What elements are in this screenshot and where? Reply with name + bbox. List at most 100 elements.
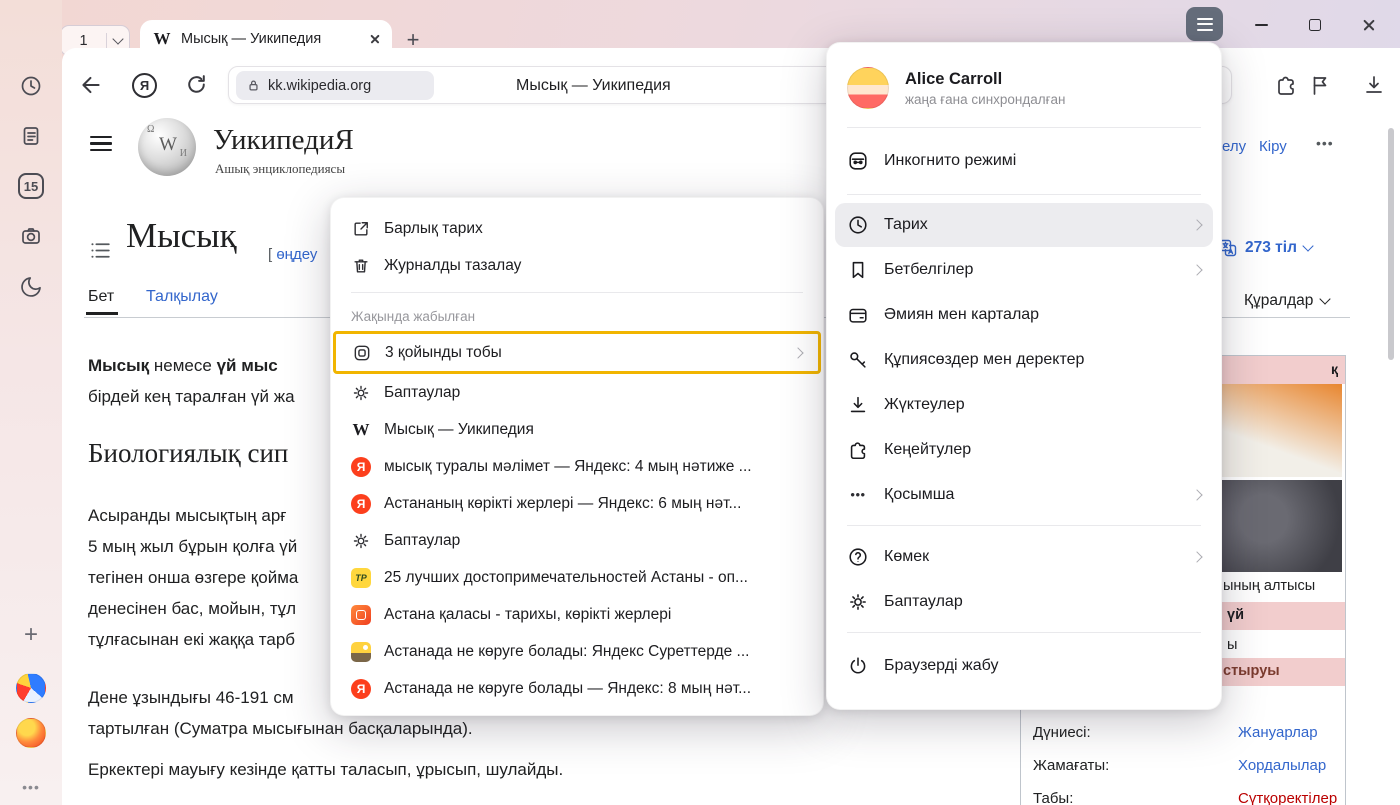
collage-caption-fragment: ының алтысы [1223,578,1315,594]
menu-item-bookmarks[interactable]: Бетбелгілер [827,247,1221,292]
browser-window: 1 W Мысық — Уикипедия + 15 + ••• Я kk.wi… [0,0,1400,805]
history-entry[interactable]: Астанада не көруге болады: Яндекс Суретт… [331,633,823,670]
taxonomy-value-link[interactable]: Хордалылар [1238,757,1326,774]
taxonomy-label: Дүниесі: [1033,724,1091,741]
downloads-icon[interactable] [1362,73,1386,97]
menu-item-downloads[interactable]: Жүктеулер [827,382,1221,427]
menu-item-clear-history[interactable]: Журналды тазалау [331,247,823,284]
profile-avatar [847,67,889,109]
page-title-in-address-bar: Мысық — Уикипедия [516,67,671,104]
notes-icon[interactable] [16,121,46,151]
yandex-browser-logo[interactable] [16,673,46,703]
article-title: Мысық [126,216,237,256]
taxonomy-value-link[interactable]: Жануарлар [1238,724,1318,741]
taxonomy-value-redlink[interactable]: Сүтқоректілер [1238,790,1337,805]
reload-button[interactable] [184,72,209,97]
open-history-icon [351,219,371,239]
window-close-button[interactable] [1354,12,1384,38]
taxonomy-label: Табы: [1033,790,1073,805]
chevron-right-icon [792,347,803,358]
tab-group-icon [352,343,372,363]
yandex-favicon: Я [351,494,371,514]
menu-item-help[interactable]: Көмек [827,534,1221,579]
divider [847,194,1201,195]
history-entry[interactable]: Я Астанада не көруге болады — Яндекс: 8 … [331,670,823,707]
taxonomy-row: Дүниесі: Жануарлар [1021,724,1345,748]
sidebar-more-icon[interactable]: ••• [16,772,46,802]
history-entry[interactable]: Я Астананың көрікті жерлері — Яндекс: 6 … [331,485,823,522]
profile-header[interactable]: Alice Carroll жаңа ғана синхрондалған [827,57,1221,119]
promo-flag-icon[interactable] [1308,73,1332,97]
menu-item-wallet[interactable]: Әмиян мен карталар [827,292,1221,337]
paragraph-line: Асыранды мысықтың арғ [88,506,287,526]
history-icon[interactable] [16,71,46,101]
menu-item-passwords[interactable]: Құпиясөздер мен деректер [827,337,1221,382]
menu-item-tab-group[interactable]: 3 қойынды тобы [333,331,821,374]
wallet-icon [847,304,869,326]
trash-icon [351,256,371,276]
extensions-icon[interactable] [1274,73,1298,97]
sidebar-add-icon[interactable]: + [16,620,46,650]
gear-icon [351,383,371,403]
signup-link-fragment[interactable]: елу [1222,138,1246,155]
tools-dropdown[interactable]: Құралдар [1244,292,1329,310]
scrollbar-thumb[interactable] [1388,128,1394,360]
menu-item-settings[interactable]: Баптаулар [331,374,823,411]
paragraph-line: денесінен бас, мойын, тұл [88,599,296,619]
gear-icon [351,531,371,551]
menu-item-incognito[interactable]: Инкогнито режимі [827,136,1221,186]
history-entry[interactable]: W Мысық — Уикипедия [331,411,823,448]
clock-icon [847,214,869,236]
login-link[interactable]: Кіру [1259,138,1287,155]
history-entry[interactable]: Я мысық туралы мәлімет — Яндекс: 4 мың н… [331,448,823,485]
download-icon [847,394,869,416]
counter-badge[interactable]: 15 [16,171,46,201]
taxobox-band-fragment: үй [1227,607,1244,623]
app-shortcut-icon[interactable] [16,718,46,748]
tab-talk[interactable]: Талқылау [146,288,218,306]
wiki-tagline: Ашық энциклопедиясы [215,161,345,177]
history-entry-settings[interactable]: Баптаулар [331,522,823,559]
url-chip[interactable]: kk.wikipedia.org [236,71,434,100]
menu-item-settings[interactable]: Баптаулар [827,579,1221,624]
menu-item-all-history[interactable]: Барлық тарих [331,210,823,247]
language-selector[interactable]: 273 тіл [1218,238,1312,258]
contents-icon[interactable] [88,238,113,268]
sidebar: 15 + ••• [0,0,62,805]
history-submenu: Барлық тарих Журналды тазалау Жақында жа… [330,197,824,716]
maximize-button[interactable] [1300,12,1330,38]
menu-item-extensions[interactable]: Кеңейтулер [827,427,1221,472]
wiki-menu-icon[interactable] [90,132,112,155]
menu-item-quit[interactable]: Браузерді жабу [827,641,1221,691]
menu-item-history-selected[interactable]: Тарих [835,203,1213,247]
screenshot-icon[interactable] [16,221,46,251]
back-button[interactable] [78,72,104,98]
key-icon [847,349,869,371]
wiki-more-icon[interactable]: ••• [1316,135,1334,151]
wikipedia-favicon: W [152,29,172,49]
chevron-right-icon [1191,219,1202,230]
browser-menu-button[interactable] [1186,7,1223,41]
wikipedia-logo[interactable]: WΩИ [138,118,196,176]
menu-item-more[interactable]: ••• Қосымша [827,472,1221,517]
history-entry[interactable]: TP 25 лучших достопримечательностей Аста… [331,559,823,596]
minimize-button[interactable] [1246,12,1276,38]
edit-link[interactable]: [ өңдеу [268,246,317,263]
tab-article[interactable]: Бет [88,288,114,306]
tab-close-icon[interactable] [369,34,380,45]
bookmark-icon [847,259,869,281]
dark-mode-icon[interactable] [16,272,46,302]
wikipedia-favicon: W [351,420,371,440]
divider [847,632,1201,633]
divider [847,127,1201,128]
wiki-wordmark[interactable]: УикипедиЯ [213,124,354,157]
active-tab-underline [86,312,118,315]
lock-icon [246,78,261,93]
history-entry[interactable]: Астана қаласы - тарихы, көрікті жерлері [331,596,823,633]
incognito-icon [847,150,869,172]
browser-main-menu: Alice Carroll жаңа ғана синхрондалған Ин… [826,42,1222,710]
chevron-right-icon [1191,551,1202,562]
paragraph-line: Мысық немесе үй мыс [88,356,278,376]
yandex-search-icon[interactable]: Я [132,73,157,98]
taxonomy-label: Жамағаты: [1033,757,1109,774]
